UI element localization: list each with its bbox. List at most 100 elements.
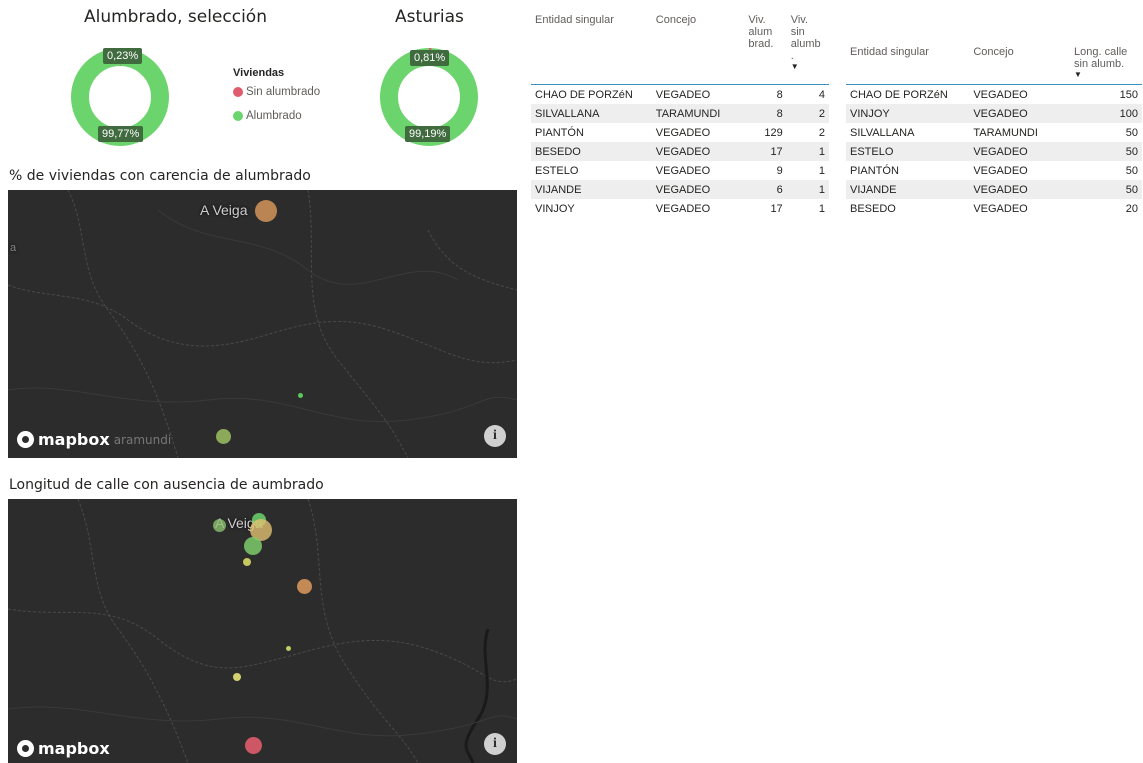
map2-title: Longitud de calle con ausencia de aumbra… [9,477,324,493]
cell-concejo: VEGADEO [655,164,711,177]
column-header-concejo[interactable]: Concejo [651,14,745,85]
map1-canvas[interactable]: A Veiga a mapbox aramundi i [8,190,517,458]
cell-concejo: VEGADEO [655,202,711,215]
map1-bubble[interactable] [255,200,277,222]
map1-place-label: A Veiga [200,202,248,218]
map2-bubble[interactable] [297,579,312,594]
table-row[interactable]: VINJOY VEGADEO 100 [846,104,1142,123]
map2-bubble[interactable] [245,737,262,754]
table-row[interactable]: SILVALLANA TARAMUNDI 50 [846,123,1142,142]
map2-bubble[interactable] [243,558,251,566]
donut-selection-sin-label: 0,23% [103,48,143,64]
cell-entidad: PIANTÓN [850,164,899,177]
cell-concejo: VEGADEO [973,88,1028,101]
table-row[interactable]: CHAO DE PORZéN VEGADEO 8 4 [531,85,829,105]
cell-entidad: CHAO DE PORZéN [535,88,633,101]
cell-entidad: VINJOY [535,202,575,215]
table-row[interactable]: CHAO DE PORZéN VEGADEO 150 [846,85,1142,105]
cell-viv-sin-alumbrado: 2 [786,104,829,123]
mapbox-icon [17,431,34,448]
sort-desc-icon: ▼ [790,62,799,71]
cell-concejo: VEGADEO [973,202,1028,215]
legend-label: Sin alumbrado [246,86,321,98]
map1-edge-label-bottom: aramundi [113,432,172,447]
cell-viv-alumbrado: 129 [764,126,783,139]
column-header-entidad[interactable]: Entidad singular [846,14,970,85]
column-header-label: Viv. sin alumb . [790,14,821,62]
cell-viv-alumbrado: 17 [770,202,783,215]
cell-concejo: TARAMUNDI [651,104,745,123]
map1-bubble[interactable] [298,393,303,398]
cell-entidad: BESEDO [531,142,652,161]
map2-info-icon[interactable]: i [484,733,506,755]
table-row[interactable]: BESEDO VEGADEO 17 1 [531,142,829,161]
map2-bubble[interactable] [286,646,291,651]
cell-entidad: CHAO DE PORZéN [850,88,948,101]
cell-long-calle: 20 [1125,202,1138,215]
cell-concejo: VEGADEO [969,180,1071,199]
table-row[interactable]: VINJOY VEGADEO 17 1 [531,199,829,218]
table-row[interactable]: ESTELO VEGADEO 9 1 [531,161,829,180]
map1-mapbox-logo[interactable]: mapbox aramundi [17,430,171,449]
sort-desc-icon: ▼ [1074,70,1082,79]
column-header-entidad[interactable]: Entidad singular [531,14,652,85]
cell-viv-sin-alumbrado: 4 [818,88,825,101]
cell-concejo: VEGADEO [655,88,711,101]
map1-title: % de viviendas con carencia de alumbrado [9,168,311,184]
cell-viv-alumbrado: 8 [776,88,783,101]
cell-entidad: SILVALLANA [531,104,652,123]
map1-edge-label: a [10,242,17,254]
map2-mapbox-logo[interactable]: mapbox [17,739,110,758]
cell-concejo: VEGADEO [969,142,1071,161]
legend-item-sin-alumbrado[interactable]: Sin alumbrado [233,86,320,98]
cell-viv-alumbrado: 9 [776,164,783,177]
donut-asturias-title: Asturias [395,7,464,27]
map1-bubble[interactable] [216,429,231,444]
cell-concejo: VEGADEO [651,180,745,199]
map2-bubble[interactable] [244,537,262,555]
table-viviendas: Entidad singular Concejo Viv. alum brad.… [531,14,829,218]
column-header-long-calle[interactable]: Long. calle sin alumb. ▼ [1070,14,1142,85]
cell-entidad: SILVALLANA [850,126,915,139]
cell-entidad: VIJANDE [531,180,652,199]
map2-bubble[interactable] [233,673,241,681]
cell-long-calle: 150 [1119,88,1138,101]
map2-bubble[interactable] [213,519,226,532]
column-header-concejo[interactable]: Concejo [969,14,1071,85]
cell-entidad: BESEDO [850,202,896,215]
donut-asturias-alumbrado-arc[interactable] [380,48,478,146]
donut-asturias-con-label: 99,19% [405,126,451,142]
cell-long-calle: 50 [1125,126,1138,139]
map1-terrain [8,190,517,458]
table-row[interactable]: PIANTÓN VEGADEO 129 2 [531,123,829,142]
cell-viv-alumbrado: 6 [744,180,787,199]
cell-long-calle: 50 [1125,164,1138,177]
column-header-viv-alumbrado[interactable]: Viv. alum brad. [744,14,787,85]
map1-info-icon[interactable]: i [484,425,506,447]
column-header-label: Long. calle sin alumb. [1074,46,1128,70]
donut-selection-con-label: 99,77% [98,126,144,142]
table-row[interactable]: VIJANDE VEGADEO 6 1 [531,180,829,199]
cell-long-calle: 50 [1070,142,1142,161]
map2-canvas[interactable]: A Veiga mapbox i [8,499,517,763]
table-longitud-calle: Entidad singular Concejo Long. calle sin… [846,14,1142,218]
donut-selection-alumbrado-arc[interactable] [71,48,169,146]
cell-entidad: ESTELO [535,164,579,177]
table-row[interactable]: PIANTÓN VEGADEO 50 [846,161,1142,180]
mapbox-icon [17,740,34,757]
table-row[interactable]: ESTELO VEGADEO 50 [846,142,1142,161]
cell-long-calle: 50 [1070,180,1142,199]
legend-item-alumbrado[interactable]: Alumbrado [233,110,302,122]
donut-selection-title: Alumbrado, selección [84,7,267,27]
cell-viv-alumbrado: 17 [744,142,787,161]
table-row[interactable]: SILVALLANA TARAMUNDI 8 2 [531,104,829,123]
legend-label: Alumbrado [246,110,302,122]
cell-concejo: TARAMUNDI [973,126,1038,139]
cell-entidad: VINJOY [846,104,970,123]
column-header-viv-sin-alumbrado[interactable]: Viv. sin alumb . ▼ [786,14,829,85]
mapbox-text: mapbox [38,430,110,449]
table-row[interactable]: VIJANDE VEGADEO 50 [846,180,1142,199]
table-row[interactable]: BESEDO VEGADEO 20 [846,199,1142,218]
table-header-row: Entidad singular Concejo Long. calle sin… [846,14,1142,85]
cell-concejo: VEGADEO [973,164,1028,177]
